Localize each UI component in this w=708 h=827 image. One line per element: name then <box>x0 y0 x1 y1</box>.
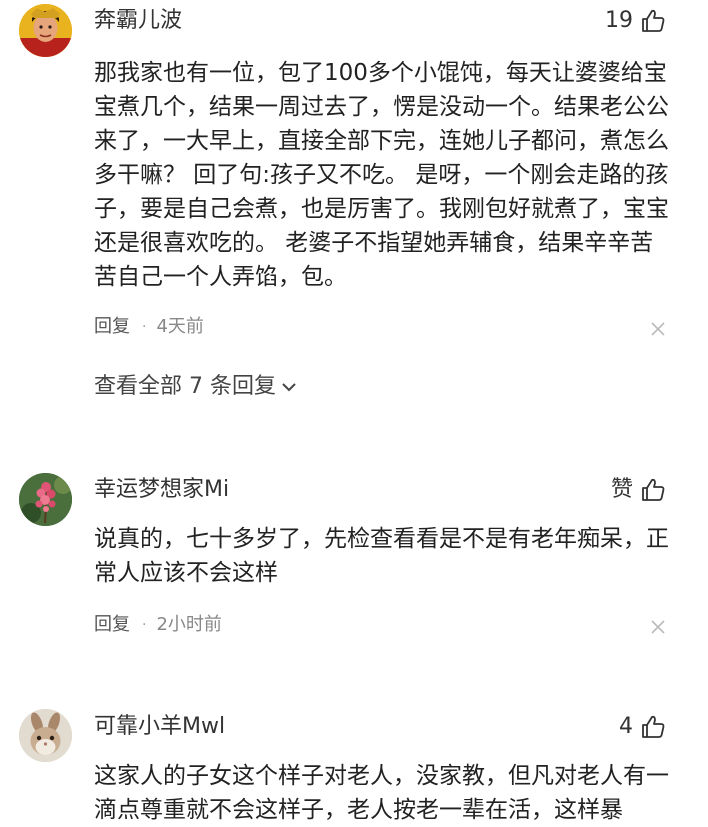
chevron-down-icon <box>282 383 296 392</box>
separator-dot: · <box>142 617 147 633</box>
rabbit-avatar-icon <box>19 709 72 762</box>
thumbs-up-icon <box>642 478 665 501</box>
person-portrait-avatar-icon <box>19 4 72 57</box>
like-button[interactable]: 4 <box>619 712 666 742</box>
comment-text: 那我家也有一位，包了100多个小馄饨，每天让婆婆给宝宝煮几个，结果一周过去了，愣… <box>94 60 669 290</box>
thumbs-up-icon <box>642 715 665 738</box>
comment-username[interactable]: 可靠小羊Mwl <box>94 712 225 742</box>
user-avatar[interactable] <box>19 709 72 762</box>
comment-meta: 回复 · 2小时前 <box>94 613 222 637</box>
separator-dot: · <box>142 319 147 335</box>
view-all-replies-label: 查看全部 7 条回复 <box>94 374 276 399</box>
thumbs-up-icon <box>642 9 665 32</box>
like-count: 19 <box>605 8 633 33</box>
view-all-replies-button[interactable]: 查看全部 7 条回复 <box>94 372 298 402</box>
comment-text: 这家人的子女这个样子对老人，没家教，但凡对老人有一滴点尊重就不会这样子，老人按老… <box>94 763 669 823</box>
user-avatar[interactable] <box>19 473 72 526</box>
user-avatar[interactable] <box>19 4 72 57</box>
like-button[interactable]: 赞 <box>611 475 666 505</box>
like-button[interactable]: 19 <box>605 6 666 36</box>
comment-time: 4天前 <box>156 316 204 337</box>
like-count: 赞 <box>610 477 633 502</box>
comment-meta: 回复 · 4天前 <box>94 315 204 339</box>
comment-username[interactable]: 幸运梦想家Mi <box>94 475 229 505</box>
comment-username[interactable]: 奔霸儿波 <box>94 6 182 36</box>
flower-avatar-icon <box>19 473 72 526</box>
comment-text: 说真的，七十多岁了，先检查看看是不是有老年痴呆，正常人应该不会这样 <box>94 526 669 586</box>
close-icon[interactable] <box>650 619 666 635</box>
like-count: 4 <box>619 714 633 739</box>
reply-button[interactable]: 回复 <box>94 613 130 637</box>
reply-button[interactable]: 回复 <box>94 315 130 339</box>
comment-time: 2小时前 <box>156 614 222 635</box>
close-icon[interactable] <box>650 321 666 337</box>
